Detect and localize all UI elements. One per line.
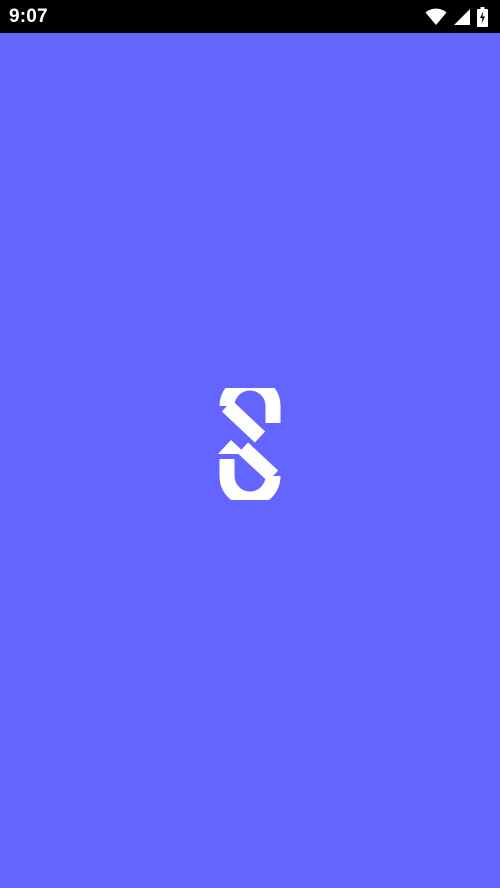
wifi-icon <box>425 8 447 26</box>
status-bar: 9:07 <box>0 0 500 33</box>
status-time: 9:07 <box>9 5 48 27</box>
splash-screen: 9:07 <box>0 0 500 888</box>
cellular-signal-icon <box>453 8 471 26</box>
app-logo-icon <box>214 375 286 507</box>
battery-charging-icon <box>477 6 488 27</box>
status-icons <box>425 6 488 27</box>
